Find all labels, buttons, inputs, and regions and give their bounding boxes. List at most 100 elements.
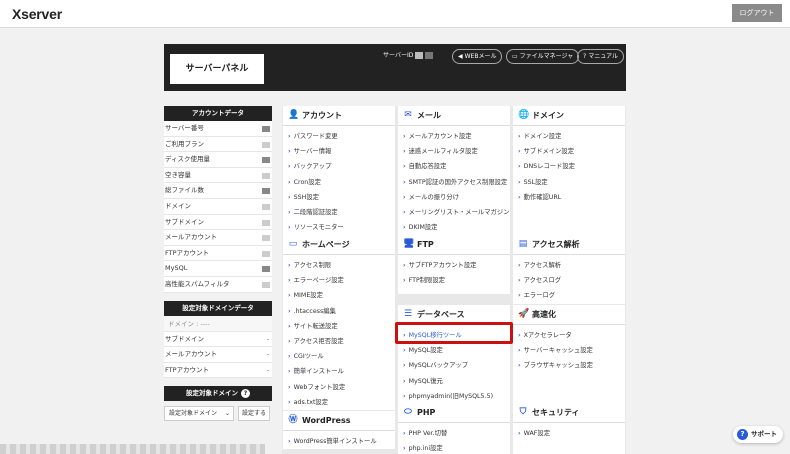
section-title: アカウント	[302, 111, 342, 120]
rocket-icon: 🚀	[518, 309, 530, 319]
menu-item[interactable]: phpmyadmin(旧MySQL5.5)	[398, 388, 510, 404]
menu-item[interactable]: サイト転送設定	[283, 318, 395, 334]
menu-item[interactable]: WAF設定	[513, 426, 625, 442]
page-title: サーバーパネル	[170, 54, 264, 84]
account-row-label: サブドメイン	[165, 217, 204, 226]
account-data-title: アカウントデータ	[164, 106, 272, 121]
account-row-label: 総ファイル数	[165, 186, 204, 195]
file-manager-button[interactable]: ▭ ファイルマネージャ	[506, 49, 580, 64]
select-value: 設定対象ドメイン	[169, 410, 218, 417]
masked-value	[262, 235, 270, 242]
logout-button[interactable]: ログアウト	[732, 4, 782, 22]
account-row: FTPアカウント	[164, 245, 272, 262]
menu-item[interactable]: アクセス制限	[283, 258, 395, 274]
shield-icon: ⛉	[519, 407, 527, 417]
menu-item[interactable]: DKIM設定	[398, 220, 510, 236]
account-row: MySQL	[164, 261, 272, 277]
menu-item[interactable]: SMTP認証の国外アクセス制限設定	[398, 174, 510, 190]
menu-item[interactable]: エラーログ	[513, 288, 625, 304]
menu-item[interactable]: 二段階認証設定	[283, 204, 395, 221]
menu-item[interactable]: MySQLバックアップ	[398, 358, 510, 374]
masked-value	[262, 266, 270, 273]
menu-item[interactable]: Cron設定	[283, 174, 395, 190]
menu-item[interactable]: エラーページ設定	[283, 273, 395, 289]
server-id: サーバーID	[383, 51, 434, 61]
masked-value	[262, 250, 270, 257]
section-homepage: ▭ ホームページ アクセス制限 エラーページ設定 MIME設定 .htaccess…	[283, 235, 395, 410]
menu-item[interactable]: 自動応答設定	[398, 159, 510, 175]
menu-item[interactable]: リソースモニター	[283, 220, 395, 236]
menu-item[interactable]: 簡単インストール	[283, 364, 395, 380]
menu-item[interactable]: メールアカウント設定	[398, 129, 510, 145]
xserver-logo[interactable]: Xserver	[12, 6, 62, 22]
menu-item[interactable]: Webフォント設定	[283, 379, 395, 395]
menu-item[interactable]: ドメイン設定	[513, 129, 625, 145]
target-domain-select[interactable]: 設定対象ドメイン ⌄	[164, 406, 234, 421]
menu-item[interactable]: .htaccess編集	[283, 303, 395, 319]
database-icon: ☰	[403, 309, 413, 319]
menu-item[interactable]: MySQL設定	[398, 343, 510, 359]
support-button[interactable]: ? サポート	[733, 426, 783, 443]
account-row: ドメイン	[164, 198, 272, 215]
wordpress-icon: Ⓦ	[288, 415, 298, 425]
section-header: ▤ アクセス解析	[513, 235, 625, 255]
account-row: ご利用プラン	[164, 136, 272, 153]
section-header: Ⓦ WordPress	[283, 411, 395, 431]
masked-value	[262, 281, 270, 288]
target-row: メールアカウント -	[164, 347, 272, 363]
menu-item[interactable]: MIME設定	[283, 288, 395, 304]
menu-item[interactable]: FTP制限設定	[398, 273, 510, 289]
account-row-label: メールアカウント	[165, 233, 217, 242]
menu-item[interactable]: PHP Ver.切替	[398, 426, 510, 442]
webmail-button[interactable]: ◀ WEBメール	[452, 49, 503, 64]
menu-item[interactable]: WordPress簡単インストール	[283, 434, 395, 450]
menu-item[interactable]: バックアップ	[283, 159, 395, 175]
support-label: サポート	[751, 430, 777, 438]
menu-item[interactable]: MySQL復元	[398, 373, 510, 389]
section-header: ⬭ PHP	[398, 403, 510, 423]
file-manager-label: ファイルマネージャ	[519, 53, 574, 60]
section-title: WordPress	[302, 416, 351, 425]
account-row-label: ご利用プラン	[165, 139, 204, 148]
account-row-label: MySQL	[165, 264, 188, 273]
menu-item[interactable]: SSH設定	[283, 189, 395, 205]
menu-item[interactable]: サブドメイン設定	[513, 144, 625, 160]
menu-item[interactable]: SSL設定	[513, 174, 625, 190]
manual-button[interactable]: ? マニュアル	[577, 49, 625, 64]
browser-icon: ▭	[288, 239, 298, 249]
menu-item[interactable]: 動作確認URL	[513, 189, 625, 205]
menu-item[interactable]: アクセスログ	[513, 273, 625, 289]
chevron-down-icon: ⌄	[224, 410, 230, 417]
menu-item[interactable]: メーリングリスト・メールマガジン	[398, 204, 510, 221]
menu-item[interactable]: アクセス拒否設定	[283, 333, 395, 350]
section-title: メール	[417, 111, 441, 120]
menu-item[interactable]: アクセス解析	[513, 258, 625, 274]
menu-item[interactable]: パスワード変更	[283, 129, 395, 145]
menu-item[interactable]: php.ini設定	[398, 441, 510, 454]
server-id-masked	[425, 52, 434, 59]
target-domain-title: 設定対象ドメイン?	[164, 386, 272, 402]
account-row-label: 空き容量	[165, 170, 191, 179]
help-icon[interactable]: ?	[241, 389, 250, 399]
target-row-label: サブドメイン	[165, 334, 204, 343]
account-row-label: サーバー番号	[165, 124, 204, 132]
menu-item[interactable]: サーバー情報	[283, 144, 395, 160]
target-domain-data-title: 設定対象ドメインデータ	[164, 300, 272, 316]
target-row-value: -	[266, 350, 269, 359]
menu-item[interactable]: メールの振り分け	[398, 189, 510, 205]
section-security: ⛉ セキュリティ WAF設定	[513, 403, 625, 454]
menu-item[interactable]: ads.txt設定	[283, 394, 395, 410]
account-row: 高性能スパムフィルタ	[164, 276, 272, 293]
menu-item[interactable]: DNSレコード設定	[513, 159, 625, 175]
menu-item[interactable]: Xアクセラレータ	[513, 328, 625, 344]
menu-item[interactable]: サブFTPアカウント設定	[398, 258, 510, 274]
account-row: メールアカウント	[164, 230, 272, 246]
account-row: サブドメイン	[164, 214, 272, 231]
menu-item[interactable]: ブラウザキャッシュ設定	[513, 358, 625, 374]
highlight-box	[395, 322, 513, 344]
menu-item[interactable]: サーバーキャッシュ設定	[513, 343, 625, 359]
php-icon: ⬭	[404, 407, 412, 417]
menu-item[interactable]: CGIツール	[283, 349, 395, 365]
set-domain-button[interactable]: 設定する	[238, 406, 270, 421]
menu-item[interactable]: 迷惑メールフィルタ設定	[398, 144, 510, 160]
